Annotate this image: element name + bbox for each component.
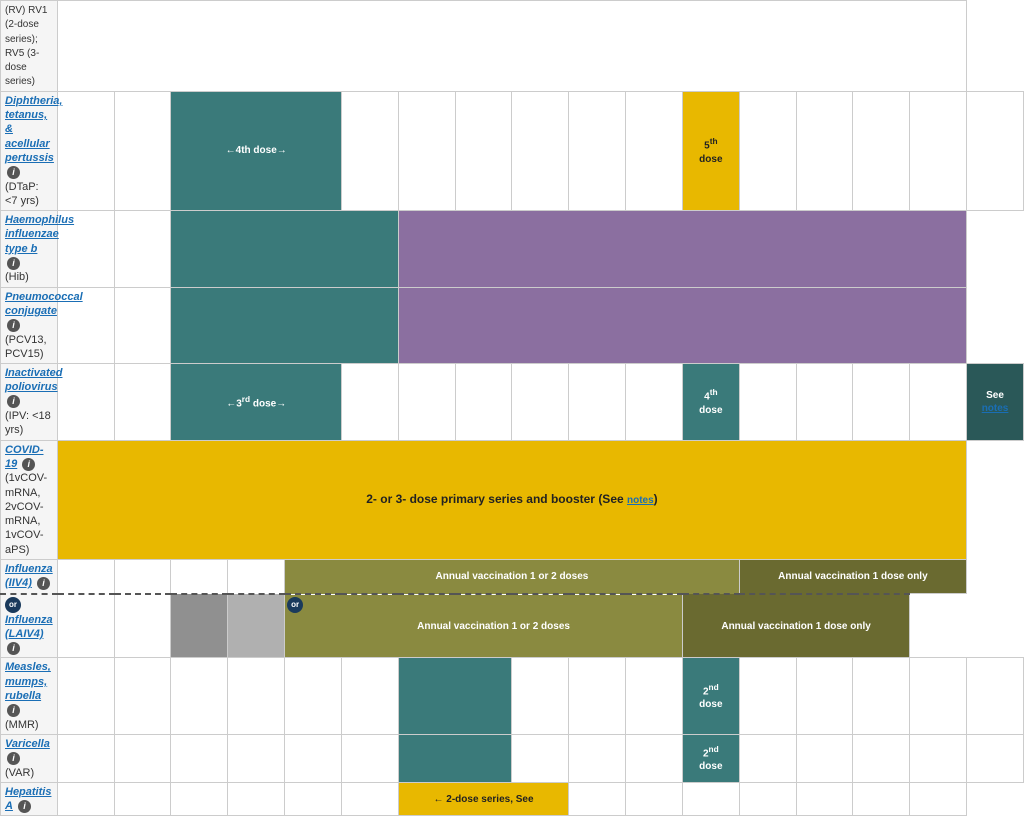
or-badge-laiv4: or — [5, 597, 21, 613]
vaccine-sub-ipv: (IPV: <18 yrs) — [5, 410, 51, 436]
vaccine-sub-pcv: (PCV13, PCV15) — [5, 334, 47, 360]
info-icon-hib[interactable]: i — [7, 257, 20, 270]
table-row-hepa: Hepatitis A i ← 2-dose series, See — [1, 782, 1024, 816]
info-icon-ipv[interactable]: i — [7, 395, 20, 408]
vaccine-link-ipv[interactable]: Inactivated poliovirus — [5, 367, 62, 393]
laiv4-annual-1: Annual vaccination 1 dose only — [687, 620, 905, 633]
info-icon-hepa[interactable]: i — [18, 800, 31, 813]
or-badge-laiv4-inline: or — [287, 597, 303, 613]
info-icon-pcv[interactable]: i — [7, 319, 20, 332]
vaccine-sub-mmr: (MMR) — [5, 719, 39, 731]
vaccine-cell-covid: COVID-19 i (1vCOV-mRNA, 2vCOV-mRNA, 1vCO… — [1, 440, 58, 559]
table-row-dtap: Diphtheria, tetanus, & acellular pertuss… — [1, 91, 1024, 210]
table-row-rv: (RV) RV1 (2-dose series); RV5 (3-dose se… — [1, 1, 1024, 92]
info-icon-covid[interactable]: i — [22, 458, 35, 471]
var-2nd-dose: 2nddose — [687, 744, 735, 773]
iiv4-annual-1: Annual vaccination 1 dose only — [744, 570, 962, 583]
vaccine-link-mmr[interactable]: Measles, mumps, rubella — [5, 661, 51, 702]
info-icon-mmr[interactable]: i — [7, 704, 20, 717]
info-icon-var[interactable]: i — [7, 752, 20, 765]
vaccine-cell-mmr: Measles, mumps, rubella i (MMR) — [1, 658, 58, 734]
covid-series-text: 2- or 3- dose primary series and booster… — [62, 488, 962, 512]
vaccine-sub-covid: (1vCOV-mRNA, 2vCOV-mRNA, 1vCOV-aPS) — [5, 472, 47, 555]
vaccine-cell-dtap: Diphtheria, tetanus, & acellular pertuss… — [1, 91, 58, 210]
mmr-2nd-dose: 2nddose — [687, 682, 735, 711]
vaccine-link-var[interactable]: Varicella — [5, 738, 50, 750]
table-row-pcv: Pneumococcal conjugate i (PCV13, PCV15) — [1, 287, 1024, 363]
info-icon-dtap[interactable]: i — [7, 166, 20, 179]
vaccine-cell-pcv: Pneumococcal conjugate i (PCV13, PCV15) — [1, 287, 58, 363]
hepa-2dose-text: ← 2-dose series, See — [403, 793, 564, 806]
ipv-4th-dose: 4thdose — [687, 387, 735, 416]
dtap-4th-dose-arrow: ←4th dose→ — [175, 144, 336, 157]
table-row-hib: Haemophilus influenzae type b i (Hib) — [1, 211, 1024, 287]
info-icon-laiv4[interactable]: i — [7, 642, 20, 655]
table-row-ipv: Inactivated poliovirus i (IPV: <18 yrs) … — [1, 364, 1024, 440]
table-row-covid: COVID-19 i (1vCOV-mRNA, 2vCOV-mRNA, 1vCO… — [1, 440, 1024, 559]
table-row-varicella: Varicella i (VAR) 2nddose — [1, 734, 1024, 782]
table-row-influenza-iiv4: Influenza (IIV4) i Annual vaccination 1 … — [1, 559, 1024, 593]
vaccine-link-laiv4[interactable]: Influenza (LAIV4) — [5, 614, 53, 640]
vaccination-schedule-table: (RV) RV1 (2-dose series); RV5 (3-dose se… — [0, 0, 1024, 816]
vaccine-sub-hib: (Hib) — [5, 271, 29, 283]
covid-notes-link[interactable]: notes — [627, 495, 654, 506]
ipv-see-notes: Seenotes — [971, 389, 1019, 415]
vaccine-cell-hepa: Hepatitis A i — [1, 782, 58, 816]
vaccine-cell-laiv4: or Influenza (LAIV4) i — [1, 594, 58, 658]
vaccine-sub-var: (VAR) — [5, 767, 34, 779]
iiv4-annual-12: Annual vaccination 1 or 2 doses — [289, 570, 735, 583]
vaccine-name-rv: (RV) RV1 (2-dose series); RV5 (3-dose se… — [5, 5, 47, 87]
info-icon-iiv4[interactable]: i — [37, 577, 50, 590]
vaccine-sub-dtap: (DTaP: <7 yrs) — [5, 181, 39, 207]
vaccine-cell-hib: Haemophilus influenzae type b i (Hib) — [1, 211, 58, 287]
vaccine-link-dtap[interactable]: Diphtheria, tetanus, & acellular pertuss… — [5, 95, 62, 164]
vaccine-cell-var: Varicella i (VAR) — [1, 734, 58, 782]
vaccine-cell-rv: (RV) RV1 (2-dose series); RV5 (3-dose se… — [1, 1, 58, 92]
vaccine-cell-ipv: Inactivated poliovirus i (IPV: <18 yrs) — [1, 364, 58, 440]
table-row-mmr: Measles, mumps, rubella i (MMR) 2nddose — [1, 658, 1024, 734]
vaccine-cell-iiv4: Influenza (IIV4) i — [1, 559, 58, 593]
table-row-influenza-laiv4: or Influenza (LAIV4) i or Annual vaccina… — [1, 594, 1024, 658]
ipv-notes-link[interactable]: notes — [982, 403, 1009, 414]
dtap-5th-dose: 5thdose — [687, 136, 735, 165]
laiv4-annual-12: Annual vaccination 1 or 2 doses — [289, 620, 678, 633]
ipv-3rd-dose-arrow: ←3rd dose→ — [175, 394, 336, 410]
